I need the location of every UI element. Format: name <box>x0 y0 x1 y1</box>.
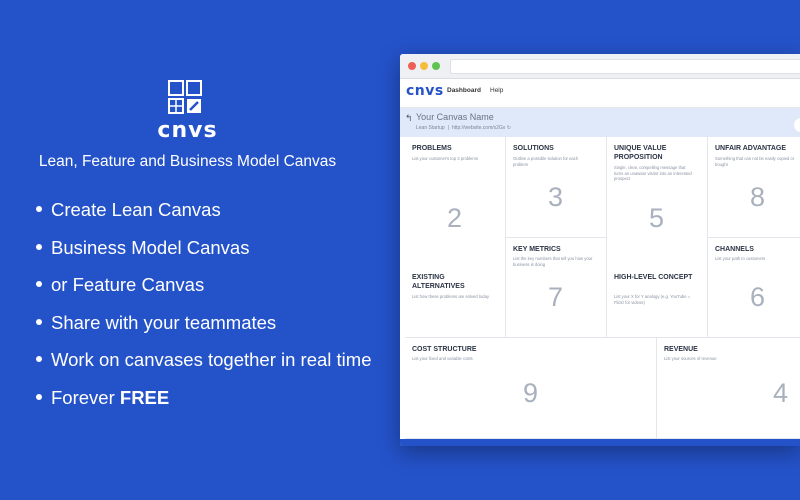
cell-description: List the key numbers that tell you how y… <box>513 256 593 267</box>
canvas-header: ↰ Your Canvas Name Lean Startup | http://w… <box>400 108 800 138</box>
cell-number: 8 <box>750 182 766 212</box>
cell-title: Key Metrics <box>513 246 561 253</box>
cell-number: 5 <box>649 203 665 233</box>
address-bar[interactable] <box>450 59 800 74</box>
refresh-icon[interactable]: ↻ <box>507 125 511 131</box>
cell-key-metrics[interactable]: Key Metrics List the key numbers that te… <box>506 238 607 338</box>
edit-handle[interactable] <box>794 118 800 132</box>
feature-item: Share with your teammates <box>36 309 371 347</box>
cell-description: Something that can not be easily copied … <box>715 156 795 167</box>
lean-canvas-grid: Problems List your customer's top 3 prob… <box>400 137 800 446</box>
canvas-grid-icon <box>168 80 202 114</box>
cell-description: Outline a possible solution for each pro… <box>513 156 579 167</box>
cell-title: Solutions <box>513 145 554 152</box>
canvas-footer-bar <box>400 439 800 446</box>
cell-description: List your X for Y analogy (e.g. YouTube … <box>614 294 691 305</box>
cell-title: Problems <box>412 145 452 152</box>
bullet-icon <box>36 206 42 213</box>
cell-description: List how these problems are solved today <box>412 294 490 299</box>
cell-description: List your customer's top 3 problems <box>412 156 478 161</box>
cell-description: Single, clear, compelling message that t… <box>614 165 692 181</box>
cell-description: List your path to customers <box>715 256 766 261</box>
cell-number: 6 <box>750 282 766 312</box>
feature-list: Create Lean Canvas Business Model Canvas… <box>36 196 371 421</box>
bullet-icon <box>36 281 42 288</box>
maximize-window-icon[interactable] <box>432 62 440 70</box>
app-navbar: cnvs Dashboard Help <box>400 79 800 108</box>
cell-number: 7 <box>548 282 564 312</box>
canvas-meta-separator: | <box>447 125 449 131</box>
back-arrow-icon[interactable]: ↰ <box>405 113 413 124</box>
canvas-type: Lean Startup <box>416 125 445 131</box>
tagline: Lean, Feature and Business Model Canvas <box>38 153 337 170</box>
nav-dashboard-link[interactable]: Dashboard <box>447 87 481 94</box>
cell-description: List your sources of revenue <box>664 356 717 361</box>
browser-chrome <box>400 54 800 79</box>
cell-channels[interactable]: Channels List your path to customers 6 <box>708 238 800 338</box>
cell-title: Revenue <box>664 346 698 353</box>
cell-number: 2 <box>447 203 463 233</box>
cell-description: List your fixed and variable costs <box>412 356 473 361</box>
canvas-name[interactable]: Your Canvas Name <box>416 112 494 122</box>
cell-solutions[interactable]: Solutions Outline a possible solution fo… <box>506 137 607 238</box>
brand-name: cnvs <box>157 118 218 143</box>
close-window-icon[interactable] <box>408 62 416 70</box>
minimize-window-icon[interactable] <box>420 62 428 70</box>
browser-window: cnvs Dashboard Help ↰ Your Canvas Name L… <box>400 54 800 446</box>
feature-item: or Feature Canvas <box>36 271 371 309</box>
bullet-icon <box>36 393 42 400</box>
cell-unfair-advantage[interactable]: Unfair Advantage Something that can not … <box>708 137 800 238</box>
cell-unique-value-proposition[interactable]: Unique Value Proposition Single, clear, … <box>607 137 708 338</box>
feature-item: Business Model Canvas <box>36 234 371 272</box>
cell-title: Unique Value Proposition <box>614 145 667 161</box>
cell-number: 9 <box>523 378 539 408</box>
feature-item: Work on canvases together in real time <box>36 346 371 384</box>
app-logo[interactable]: cnvs <box>406 83 444 99</box>
cell-revenue[interactable]: Revenue List your sources of revenue 4 <box>657 338 800 439</box>
cell-title: High-Level Concept <box>614 274 693 281</box>
cell-problems[interactable]: Problems List your customer's top 3 prob… <box>405 137 506 338</box>
cell-title: Existing Alternatives <box>412 274 465 290</box>
canvas-url[interactable]: http://website.com/x2Gx <box>452 125 505 131</box>
nav-help-link[interactable]: Help <box>490 87 503 94</box>
bullet-icon <box>36 243 42 250</box>
cell-title: Cost Structure <box>412 346 477 353</box>
cell-cost-structure[interactable]: Cost Structure List your fixed and varia… <box>405 338 657 439</box>
cell-title: Unfair Advantage <box>715 145 787 152</box>
canvas-meta: Lean Startup | http://website.com/x2Gx ↻ <box>416 125 511 131</box>
cell-number: 3 <box>548 182 564 212</box>
feature-item: Create Lean Canvas <box>36 196 371 234</box>
cell-title: Channels <box>715 246 754 253</box>
cell-number: 4 <box>773 378 789 408</box>
feature-item: Forever FREE <box>36 384 371 422</box>
free-label: FREE <box>119 386 170 408</box>
bullet-icon <box>36 356 42 363</box>
bullet-icon <box>36 318 42 325</box>
